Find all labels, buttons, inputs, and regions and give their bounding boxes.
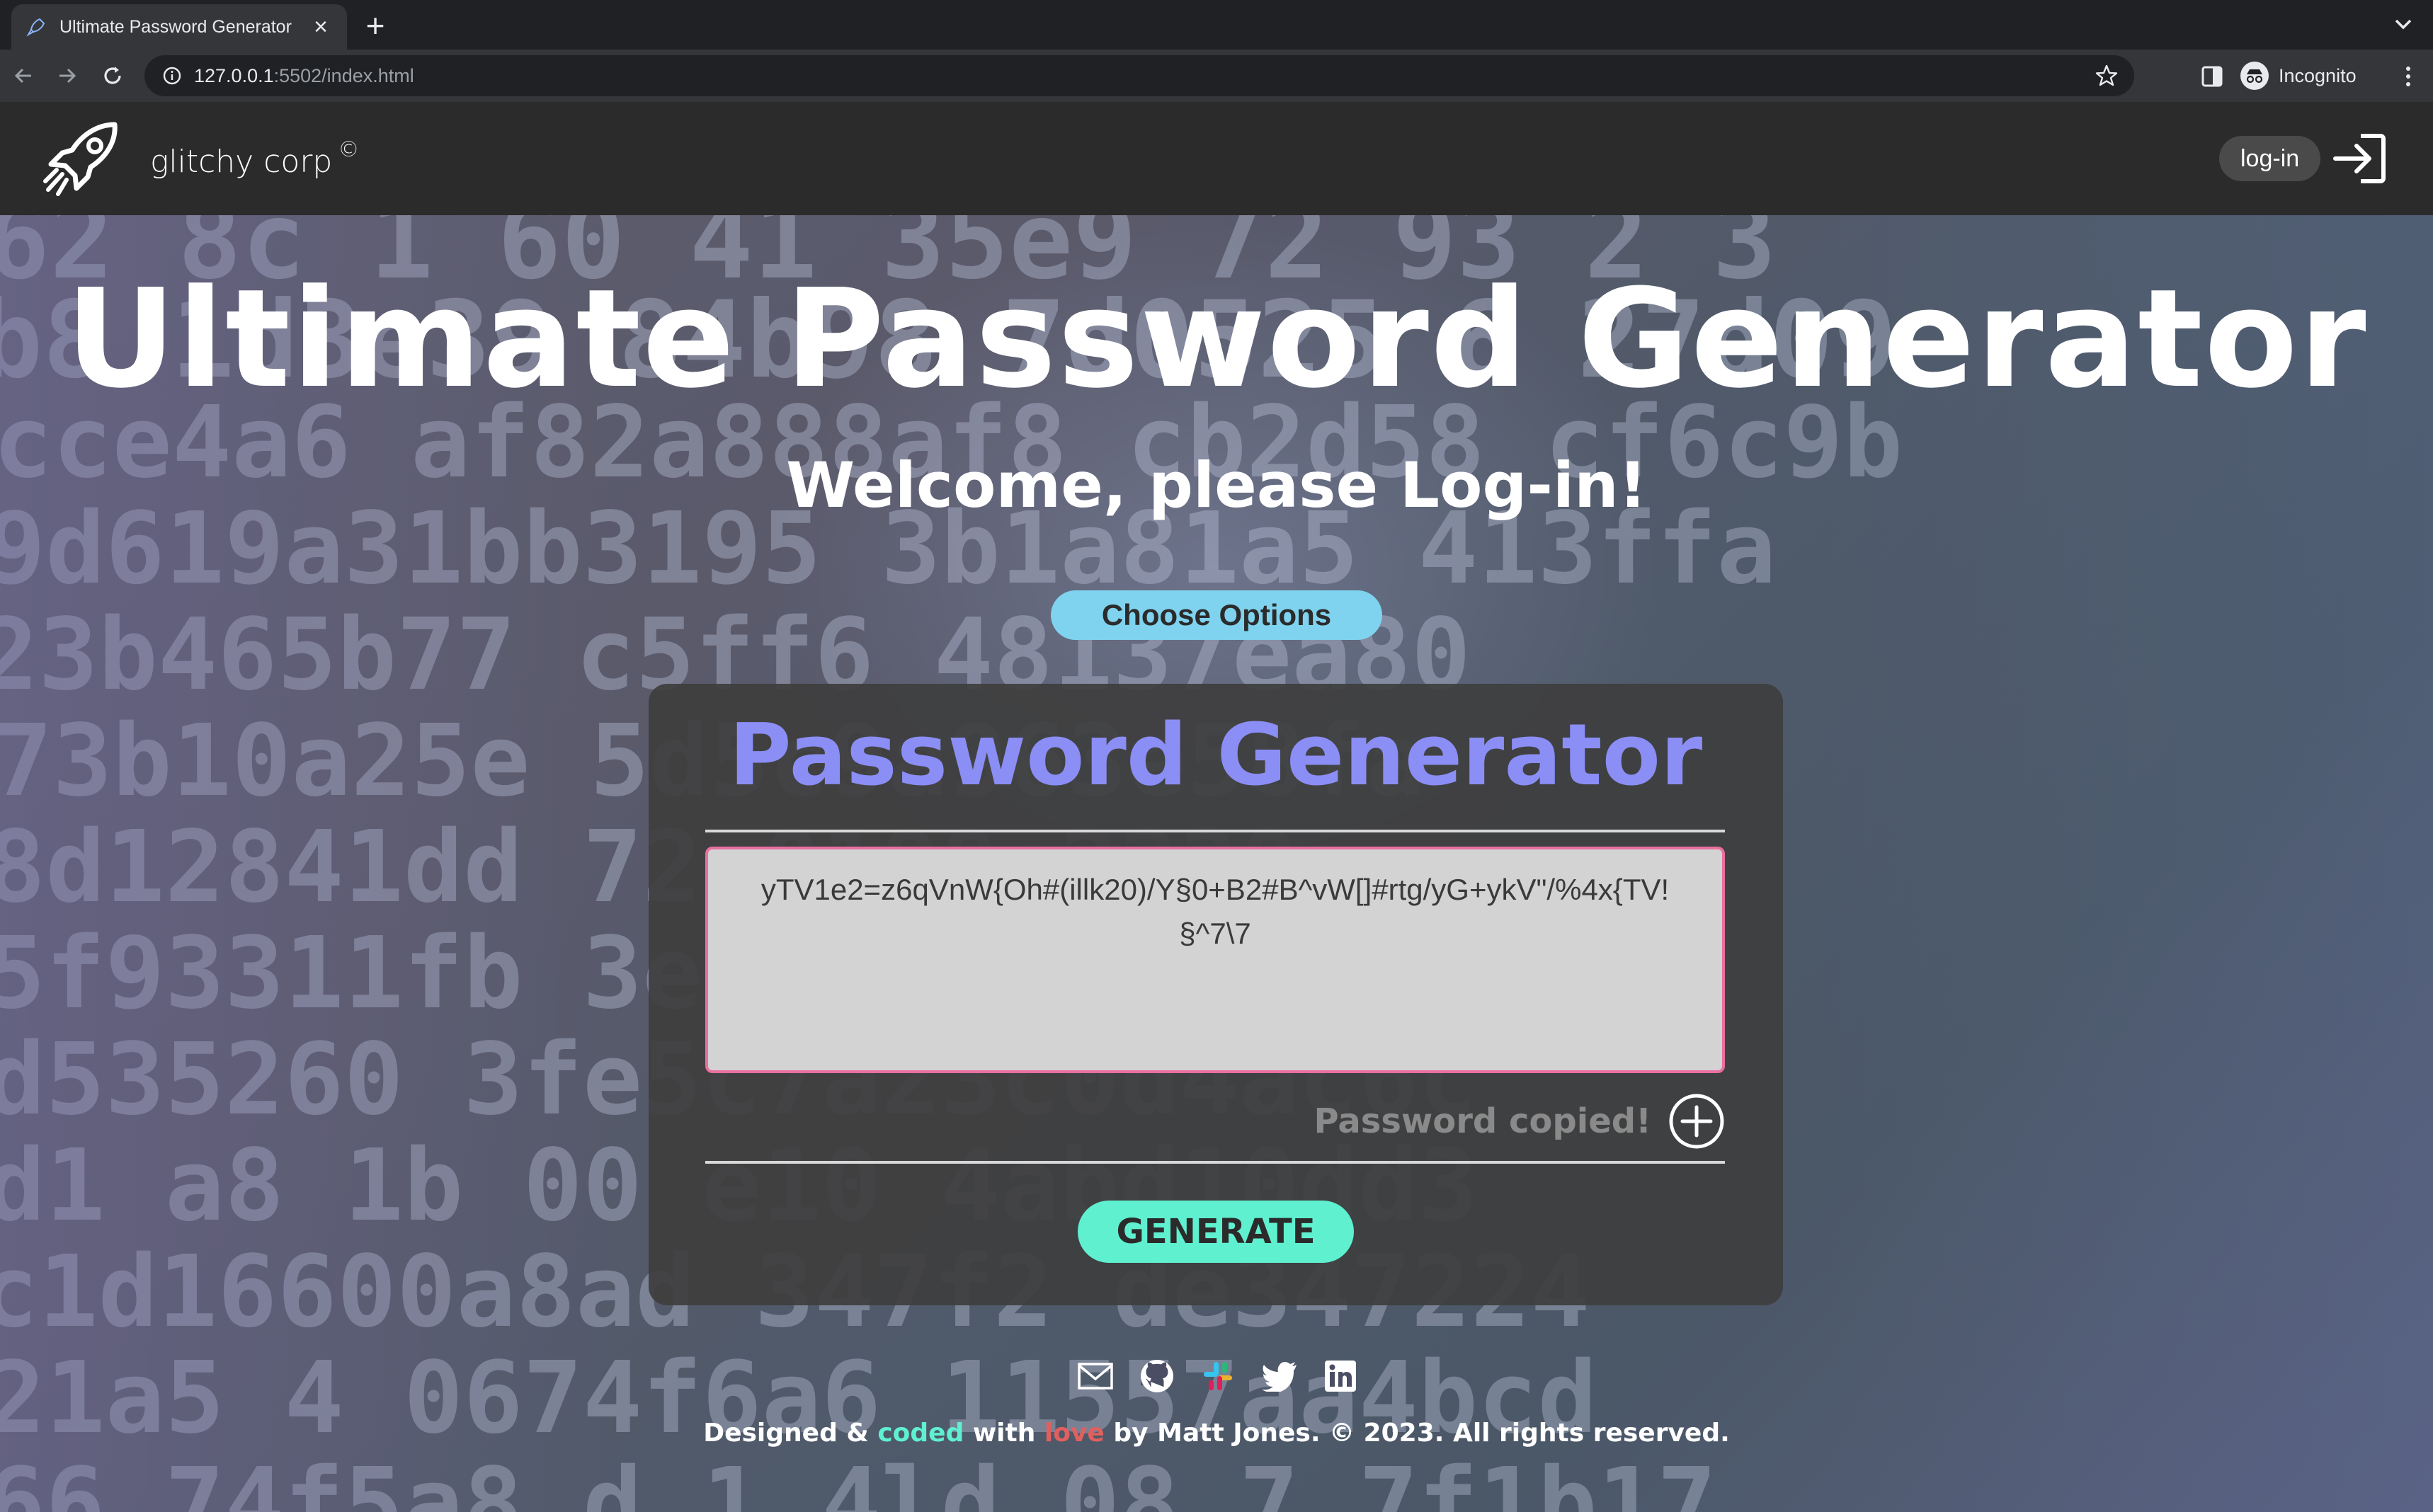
copyright-mark: © xyxy=(338,137,360,162)
choose-options-button[interactable]: Choose Options xyxy=(1051,590,1382,640)
url-path: :5502/index.html xyxy=(273,64,414,86)
forward-arrow-icon[interactable] xyxy=(51,59,84,92)
divider xyxy=(705,1161,1725,1164)
footer-rest: by Matt Jones. © 2023. All rights reserv… xyxy=(1104,1419,1730,1448)
reload-icon[interactable] xyxy=(96,59,129,92)
copied-status: Password copied! xyxy=(1314,1101,1651,1141)
social-links xyxy=(1076,1355,1360,1397)
github-icon[interactable] xyxy=(1138,1357,1176,1395)
back-arrow-icon[interactable] xyxy=(7,59,40,92)
chevron-down-icon[interactable] xyxy=(2388,8,2419,40)
footer-coded: coded xyxy=(877,1419,964,1448)
brand-name: glitchy corp © xyxy=(150,137,359,180)
password-output[interactable]: yTV1e2=z6qVnW{Oh#(illk20)/Y§0+B2#B^vW[]#… xyxy=(705,847,1725,1073)
incognito-indicator[interactable]: Incognito xyxy=(2240,58,2357,93)
browser-toolbar: 127.0.0.1:5502/index.html Incognito xyxy=(0,50,2433,102)
browser-tab-bar: Ultimate Password Generator × + xyxy=(0,0,2433,50)
welcome-message: Welcome, please Log-in! xyxy=(786,449,1647,522)
address-bar[interactable]: 127.0.0.1:5502/index.html xyxy=(144,55,2134,96)
url-host: 127.0.0.1 xyxy=(194,64,274,86)
browser-tab[interactable]: Ultimate Password Generator × xyxy=(11,4,347,50)
incognito-icon xyxy=(2240,62,2269,90)
footer-love: love xyxy=(1044,1419,1105,1448)
close-icon[interactable]: × xyxy=(309,15,333,39)
star-icon[interactable] xyxy=(2095,64,2119,88)
brand-text: glitchy corp xyxy=(150,144,333,180)
card-title: Password Generator xyxy=(729,706,1703,805)
footer-designed: Designed & xyxy=(703,1419,878,1448)
divider xyxy=(705,830,1725,832)
page-viewport: glitchy corp© log-in 62 8c 1 60 41 35e9 … xyxy=(0,102,2433,1512)
kebab-menu-icon[interactable] xyxy=(2398,64,2419,89)
generate-button[interactable]: GENERATE xyxy=(1078,1201,1354,1263)
mail-icon[interactable] xyxy=(1076,1357,1115,1395)
side-panel-icon[interactable] xyxy=(2201,65,2223,88)
rocket-logo-icon[interactable] xyxy=(41,120,122,198)
login-button[interactable]: log-in xyxy=(2219,136,2321,181)
rocket-favicon xyxy=(26,18,45,37)
linkedin-icon[interactable] xyxy=(1321,1357,1360,1395)
incognito-label: Incognito xyxy=(2279,64,2357,86)
footer-with: with xyxy=(964,1419,1044,1448)
password-generator-card: Password Generator yTV1e2=z6qVnW{Oh#(ill… xyxy=(649,684,1783,1305)
site-header: glitchy corp © log-in xyxy=(0,102,2433,215)
plus-icon[interactable]: + xyxy=(358,8,393,44)
info-icon[interactable] xyxy=(161,65,183,86)
plus-circle-icon[interactable] xyxy=(1668,1093,1725,1150)
twitter-icon[interactable] xyxy=(1260,1357,1299,1395)
page-title: Ultimate Password Generator xyxy=(65,260,2368,418)
footer-credits: Designed & coded with love by Matt Jones… xyxy=(0,1419,2433,1448)
copy-row: Password copied! xyxy=(705,1093,1725,1150)
slack-icon[interactable] xyxy=(1199,1357,1237,1395)
tab-title: Ultimate Password Generator xyxy=(59,16,292,37)
login-arrow-icon[interactable] xyxy=(2332,132,2388,185)
